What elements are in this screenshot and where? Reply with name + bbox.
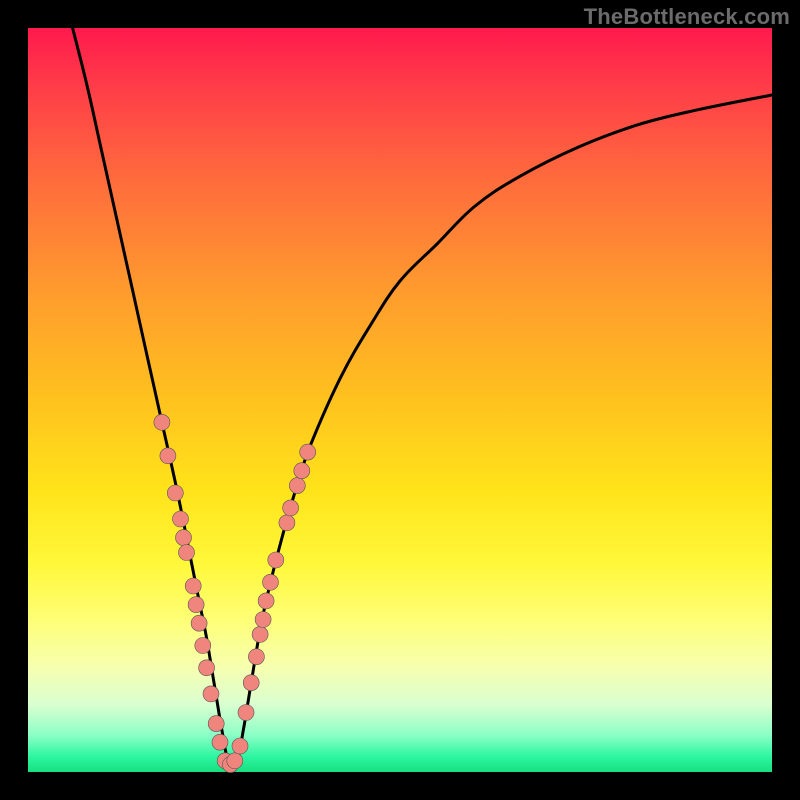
curve-marker xyxy=(232,738,248,754)
bottleneck-curve xyxy=(73,28,772,770)
curve-marker xyxy=(263,574,279,590)
curve-marker xyxy=(188,597,204,613)
curve-marker xyxy=(195,638,211,654)
curve-marker xyxy=(176,530,192,546)
curve-marker xyxy=(191,615,207,631)
curve-marker xyxy=(248,649,264,665)
curve-svg xyxy=(28,28,772,772)
curve-marker xyxy=(154,414,170,430)
watermark-text: TheBottleneck.com xyxy=(584,4,790,30)
curve-marker xyxy=(238,705,254,721)
curve-marker xyxy=(279,515,295,531)
chart-frame: TheBottleneck.com xyxy=(0,0,800,800)
curve-marker xyxy=(185,578,201,594)
curve-marker xyxy=(160,448,176,464)
curve-marker xyxy=(255,612,271,628)
curve-markers xyxy=(154,414,316,772)
curve-marker xyxy=(167,485,183,501)
curve-marker xyxy=(289,478,305,494)
curve-marker xyxy=(268,552,284,568)
plot-area xyxy=(28,28,772,772)
curve-marker xyxy=(199,660,215,676)
curve-marker xyxy=(208,716,224,732)
curve-marker xyxy=(203,686,219,702)
curve-marker xyxy=(252,626,268,642)
curve-marker xyxy=(243,675,259,691)
curve-marker xyxy=(227,753,243,769)
curve-marker xyxy=(283,500,299,516)
curve-marker xyxy=(212,734,228,750)
curve-marker xyxy=(300,444,316,460)
curve-marker xyxy=(173,511,189,527)
curve-marker xyxy=(179,545,195,561)
curve-marker xyxy=(258,593,274,609)
curve-marker xyxy=(294,463,310,479)
